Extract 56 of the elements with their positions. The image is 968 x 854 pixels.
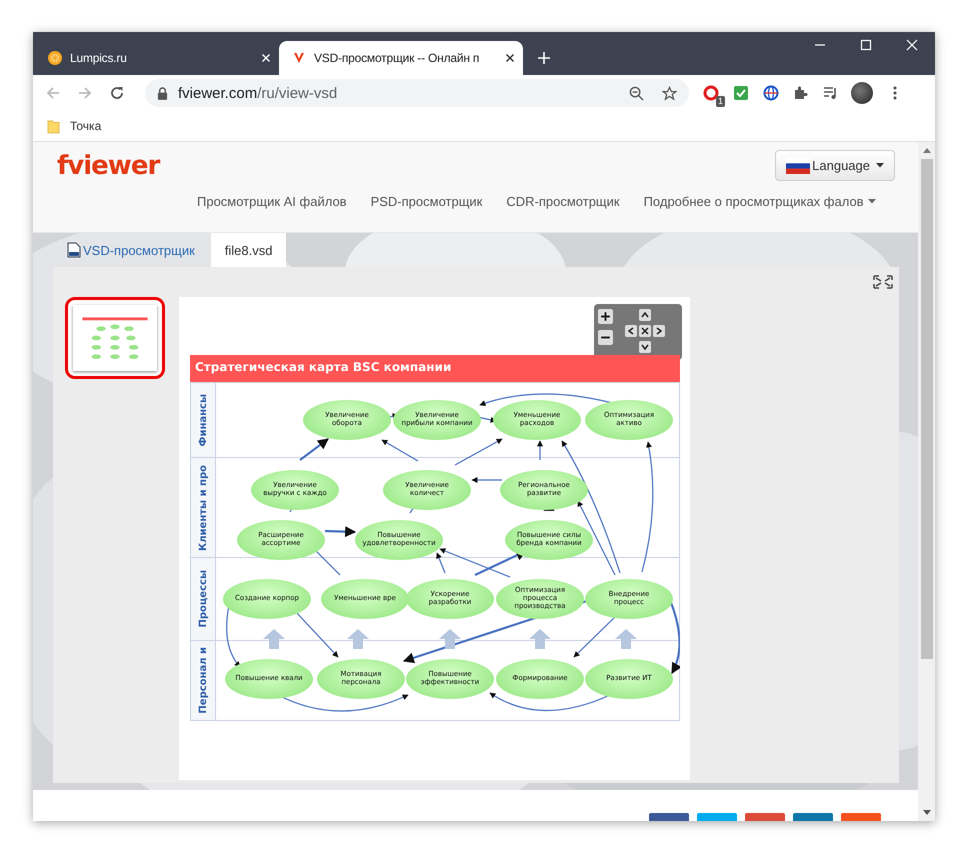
scroll-thumb[interactable] [920,159,932,659]
nav-link[interactable]: CDR-просмотрщик [494,194,632,209]
fruit-icon [47,50,63,66]
page-thumbnail[interactable] [65,297,165,379]
fullscreen-icon[interactable] [873,275,893,289]
up-arrow-icon [438,628,462,650]
check-icon[interactable] [733,85,749,101]
star-icon[interactable] [662,86,677,100]
nav-link[interactable]: Подробнее о просмотрщиках фалов [632,194,888,209]
badge-count: 1 [716,96,725,107]
reset-icon[interactable] [639,325,651,337]
scroll-up-icon[interactable] [922,148,930,153]
language-button[interactable]: Language [775,150,895,181]
pan-right-icon[interactable] [653,325,665,337]
pan-down-icon[interactable] [639,341,651,353]
viewer-tab[interactable]: VSD-просмотрщик [67,233,211,267]
scroll-down-icon[interactable] [922,810,930,815]
url-text: fviewer.com/ru/view-vsd [178,84,338,102]
puzzle-icon[interactable] [793,85,809,101]
reload-icon[interactable] [109,85,125,101]
flag-icon [786,158,810,174]
browser-tab[interactable]: VSD-просмотрщик -- Онлайн п [279,41,523,75]
up-arrow-icon [614,628,638,650]
plus-icon[interactable] [537,51,551,65]
zoom-out-icon[interactable] [629,86,644,100]
lane-label: Финансы [198,394,208,446]
up-arrow-icon [528,628,552,650]
caret-icon [868,199,876,204]
lock-icon [157,86,168,100]
browser-tab[interactable]: Lumpics.ru [35,41,279,75]
pan-left-icon[interactable] [625,325,637,337]
up-arrow-icon [262,628,286,650]
close-icon[interactable] [505,53,515,63]
zoom-in-icon[interactable] [598,309,613,324]
viewer-tab[interactable]: file8.vsd [210,233,286,267]
avatar[interactable] [851,82,873,104]
maximize-icon[interactable] [860,39,872,51]
file-icon [67,242,81,258]
ring-icon[interactable] [703,85,719,101]
caret-icon [876,163,884,168]
lane-label: Клиенты и про [198,464,208,550]
lane-label: Персонал и [198,647,208,714]
diagram-title: Стратегическая карта BSC компании [190,355,680,382]
nav-link[interactable]: PSD-просмотрщик [358,194,494,209]
address-bar[interactable]: fviewer.com/ru/view-vsd [145,79,689,107]
folder-icon [47,118,60,134]
site-logo[interactable]: fviewer [57,150,160,182]
globe-icon[interactable] [763,85,779,101]
up-arrow-icon [346,628,370,650]
lane-label: Процессы [198,570,208,628]
zoom-out-icon[interactable] [598,330,613,345]
pan-up-icon[interactable] [639,309,651,321]
nav-link[interactable]: Просмотрщик AI файлов [185,194,359,209]
scrollbar[interactable] [918,142,935,821]
bookmark[interactable]: Точка [47,118,102,134]
playlist-icon[interactable] [823,85,839,101]
